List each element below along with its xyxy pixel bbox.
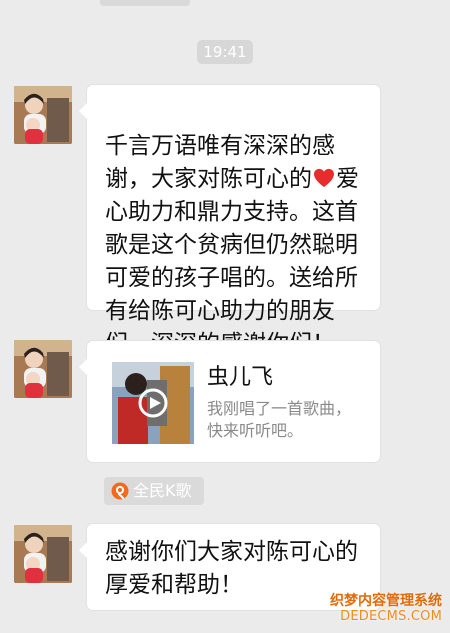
timestamp: 19:41 xyxy=(197,40,253,64)
message-bubble[interactable]: 千言万语唯有深深的感谢，大家对陈可心的 爱心助力和鼎力支持。这首歌是这个贫病但仍然… xyxy=(79,85,380,357)
watermark: 织梦内容管理系统 DEDECMS.COM xyxy=(317,593,442,625)
heart-icon xyxy=(314,168,334,188)
song-title: 虫儿飞 xyxy=(207,365,274,390)
message-text-part-2: 爱心助力和鼎力支持。这首歌是这个贫病但仍然聪明可爱的孩子唱的。送给所有给陈可心助… xyxy=(105,166,359,357)
message-text: 千言万语唯有深深的感谢，大家对陈可心的 爱心助力和鼎力支持。这首歌是这个贫病但仍然… xyxy=(105,97,365,361)
avatar[interactable] xyxy=(14,86,72,144)
kge-icon xyxy=(111,482,129,500)
source-label: 全民K歌 xyxy=(133,481,192,500)
watermark-line-2: DEDECMS.COM xyxy=(340,609,442,624)
previous-message-fragment xyxy=(100,0,190,6)
avatar[interactable] xyxy=(14,340,72,398)
avatar-icon xyxy=(14,525,72,583)
avatar-icon xyxy=(14,340,72,398)
song-thumbnail[interactable] xyxy=(112,362,194,444)
song-card[interactable]: 虫儿飞 我刚唱了一首歌曲，快来听听吧。 xyxy=(79,341,380,462)
song-thumbnail-image xyxy=(112,362,194,444)
message-text-part-1: 千言万语唯有深深的感谢，大家对陈可心的 xyxy=(105,133,335,192)
song-description: 我刚唱了一首歌曲，快来听听吧。 xyxy=(207,399,352,440)
source-badge[interactable]: 全民K歌 xyxy=(104,477,204,505)
watermark-line-1: 织梦内容管理系统 xyxy=(330,593,442,609)
avatar-icon xyxy=(14,86,72,144)
avatar[interactable] xyxy=(14,525,72,583)
